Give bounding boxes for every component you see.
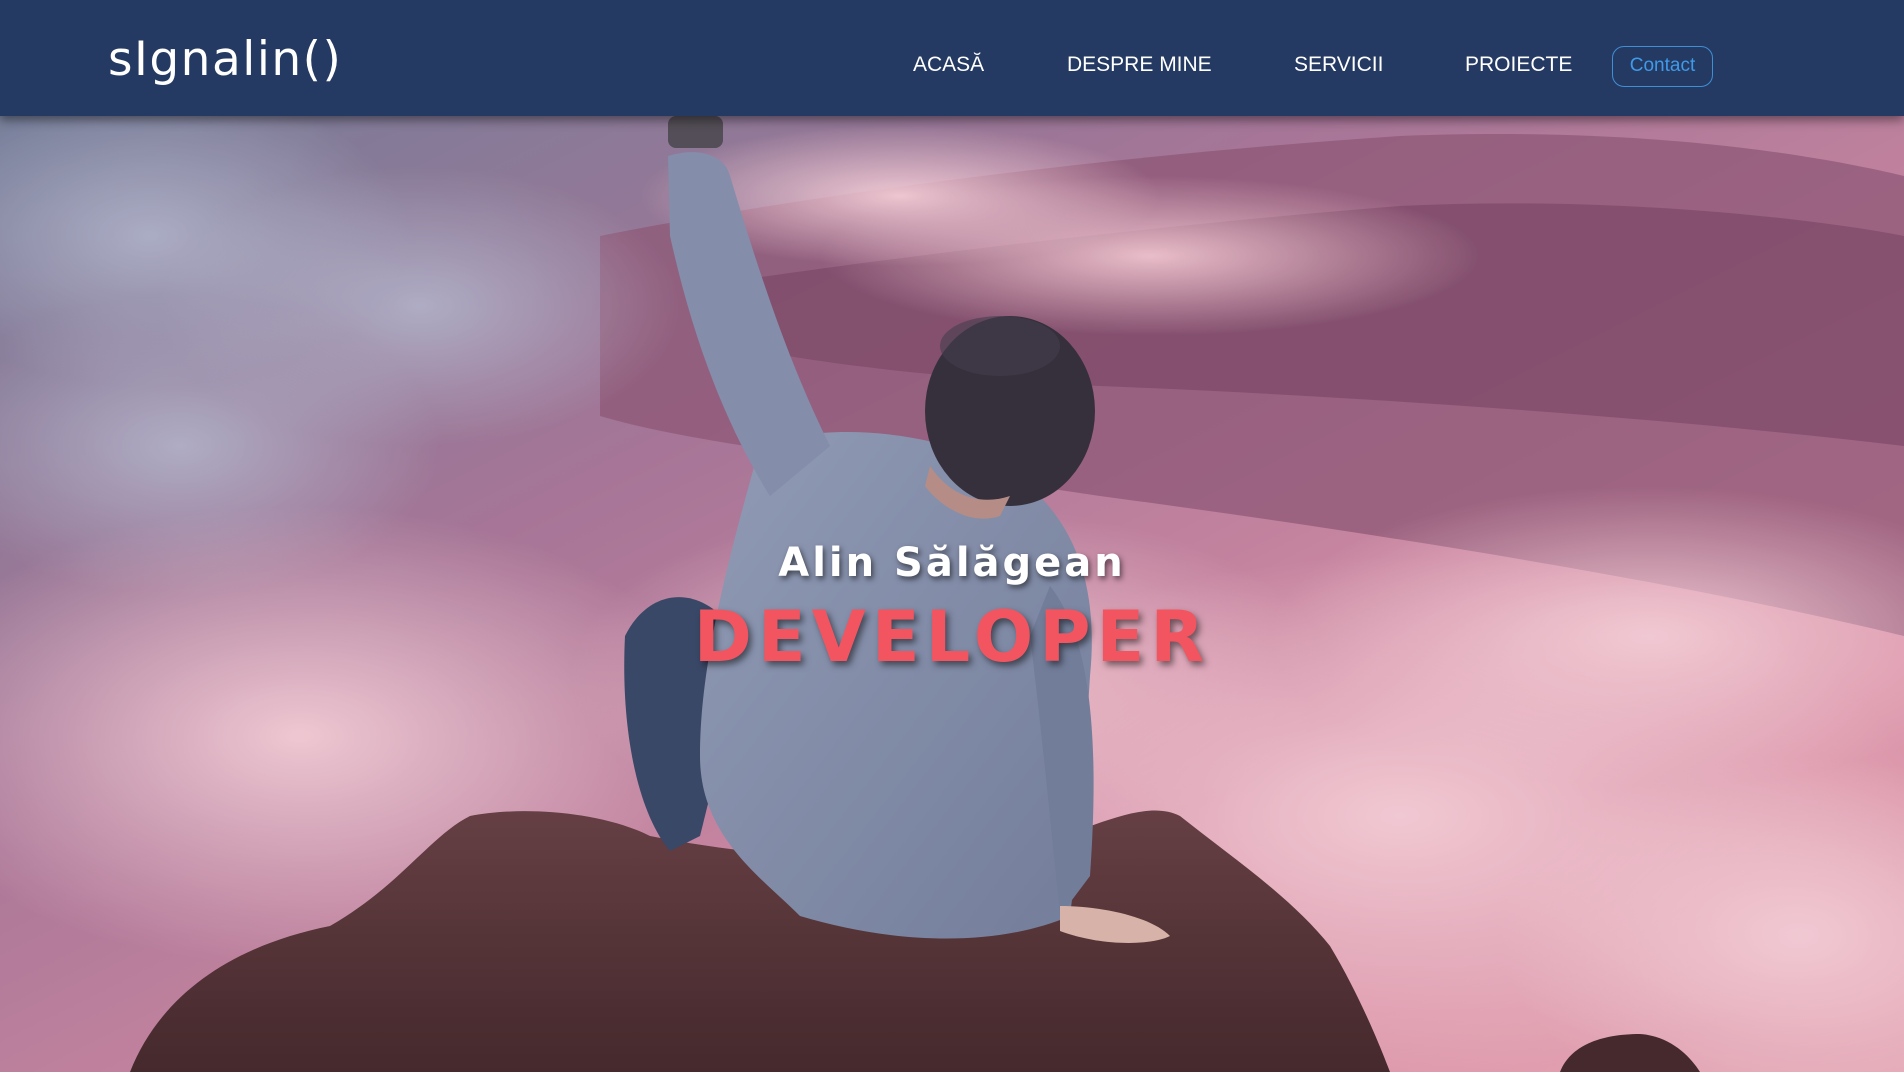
nav-item-despre-mine[interactable]: DESPRE MINE [1067,52,1212,78]
hero-name: Alin Sălăgean [778,540,1126,586]
nav-item-acasa[interactable]: ACASĂ [913,52,984,78]
hero-section: Alin Sălăgean DEVELOPER [0,116,1904,1072]
main-nav: ACASĂ DESPRE MINE SERVICII PROIECTE Cont… [0,0,1904,116]
site-header: sIgnalin() ACASĂ DESPRE MINE SERVICII PR… [0,0,1904,116]
page: sIgnalin() ACASĂ DESPRE MINE SERVICII PR… [0,0,1904,1072]
contact-button[interactable]: Contact [1612,46,1713,87]
nav-item-servicii[interactable]: SERVICII [1294,52,1383,78]
hero-role: DEVELOPER [693,596,1211,678]
nav-item-proiecte[interactable]: PROIECTE [1465,52,1572,78]
hero-background-image [0,116,1904,1072]
